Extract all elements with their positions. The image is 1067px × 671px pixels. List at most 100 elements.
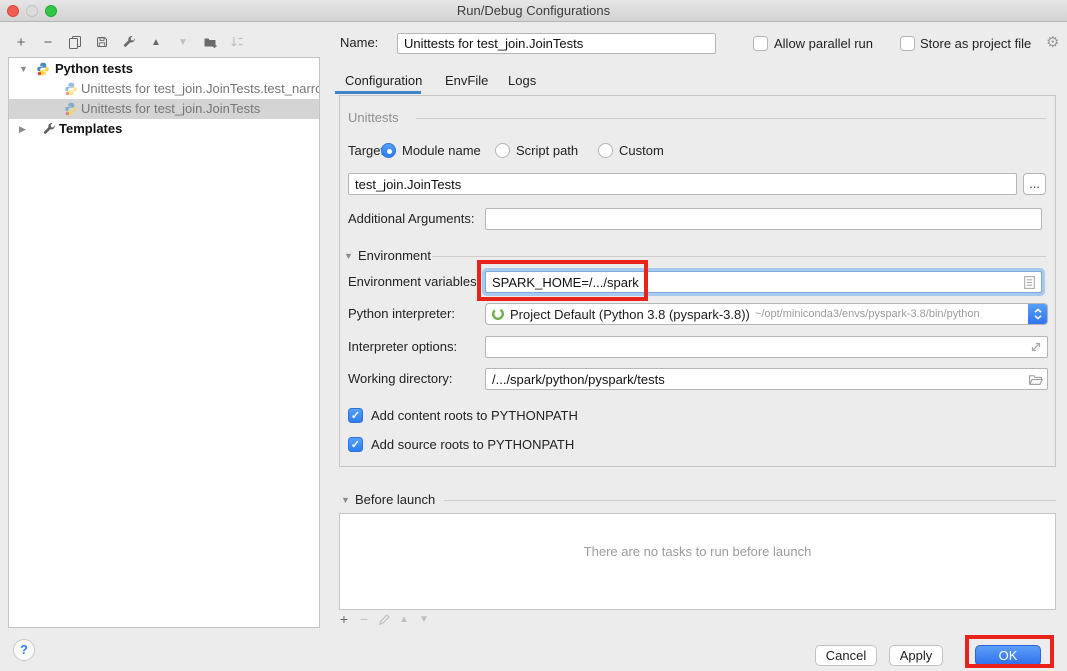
section-divider — [432, 256, 1046, 257]
chevron-down-icon[interactable]: ▼ — [19, 59, 28, 79]
move-down-icon: ▼ — [178, 37, 188, 48]
pencil-icon — [378, 613, 391, 626]
dropdown-chevrons-icon[interactable] — [1028, 303, 1048, 325]
additional-arguments-label: Additional Arguments: — [348, 210, 474, 228]
apply-button[interactable]: Apply — [889, 645, 943, 666]
check-icon: ✓ — [351, 409, 360, 422]
chevron-right-icon[interactable]: ▶ — [19, 119, 26, 139]
unittests-section-label: Unittests — [348, 109, 399, 127]
edit-templates-button[interactable] — [120, 33, 138, 51]
move-task-up-button[interactable]: ▲ — [396, 611, 412, 627]
before-launch-empty-text: There are no tasks to run before launch — [340, 544, 1055, 559]
save-configuration-button[interactable] — [93, 33, 111, 51]
target-script-path-radio[interactable] — [495, 143, 510, 158]
add-icon: + — [17, 34, 26, 51]
environment-variables-label: Environment variables: — [348, 273, 480, 291]
working-directory-input[interactable]: /.../spark/python/pyspark/tests — [485, 368, 1048, 390]
target-module-name-radio[interactable] — [381, 143, 396, 158]
move-down-icon: ▼ — [419, 614, 429, 625]
help-button[interactable]: ? — [13, 639, 35, 661]
allow-parallel-run-checkbox[interactable] — [753, 36, 768, 51]
tree-item-test-narrow[interactable]: Unittests for test_join.JoinTests.test_n… — [9, 79, 319, 99]
tree-item-label: Python tests — [55, 59, 133, 79]
wrench-icon — [122, 35, 136, 49]
add-icon: + — [340, 611, 348, 627]
browse-env-variables-icon[interactable] — [1022, 275, 1037, 290]
target-custom-label: Custom — [619, 142, 664, 160]
python-interpreter-path: ~/opt/miniconda3/envs/pyspark-3.8/bin/py… — [755, 308, 980, 320]
move-up-icon: ▲ — [151, 37, 161, 48]
copy-icon — [68, 35, 82, 49]
expand-field-icon[interactable] — [1029, 340, 1043, 354]
python-interpreter-label: Python interpreter: — [348, 305, 455, 323]
tree-item-label: Unittests for test_join.JoinTests — [81, 99, 260, 119]
tree-item-templates[interactable]: ▶ Templates — [9, 119, 319, 139]
add-task-button[interactable]: + — [336, 611, 352, 627]
tree-item-label: Unittests for test_join.JoinTests.test_n… — [81, 79, 319, 99]
target-custom-radio[interactable] — [598, 143, 613, 158]
move-task-down-button[interactable]: ▼ — [416, 611, 432, 627]
sort-alphabetically-icon — [230, 35, 244, 49]
ok-button[interactable]: OK — [975, 645, 1041, 666]
cancel-button[interactable]: Cancel — [815, 645, 877, 666]
allow-parallel-run-label: Allow parallel run — [774, 35, 873, 53]
edit-task-button[interactable] — [376, 611, 392, 627]
move-up-button[interactable]: ▲ — [147, 33, 165, 51]
move-down-button[interactable]: ▼ — [174, 33, 192, 51]
tab-configuration[interactable]: Configuration — [345, 71, 422, 91]
module-name-input[interactable]: test_join.JoinTests — [348, 173, 1017, 195]
target-script-path-label: Script path — [516, 142, 578, 160]
target-module-name-label: Module name — [402, 142, 481, 160]
move-up-icon: ▲ — [399, 614, 409, 625]
working-directory-label: Working directory: — [348, 370, 453, 388]
python-interpreter-select[interactable]: Project Default (Python 3.8 (pyspark-3.8… — [485, 303, 1048, 325]
copy-configuration-button[interactable] — [66, 33, 84, 51]
collapse-before-launch-icon[interactable]: ▼ — [341, 495, 350, 505]
additional-arguments-input[interactable] — [485, 208, 1042, 230]
section-divider — [444, 500, 1056, 501]
tree-item-jointests-selected[interactable]: Unittests for test_join.JoinTests — [9, 99, 319, 119]
section-divider — [416, 118, 1046, 119]
configuration-panel: Unittests Target: Module name Script pat… — [339, 95, 1056, 467]
remove-configuration-button[interactable]: − — [39, 33, 57, 51]
add-source-roots-checkbox[interactable]: ✓ — [348, 437, 363, 452]
add-content-roots-label: Add content roots to PYTHONPATH — [371, 407, 578, 425]
gear-icon[interactable]: ⚙ — [1046, 34, 1059, 52]
add-content-roots-checkbox[interactable]: ✓ — [348, 408, 363, 423]
name-value: Unittests for test_join.JoinTests — [404, 36, 583, 51]
store-as-project-file-checkbox[interactable] — [900, 36, 915, 51]
before-launch-toolbar: + − ▲ ▼ — [336, 611, 432, 627]
browse-module-button[interactable]: ... — [1023, 173, 1046, 195]
name-label: Name: — [340, 34, 378, 52]
add-configuration-button[interactable]: + — [12, 33, 30, 51]
new-folder-icon — [203, 35, 218, 49]
interpreter-options-label: Interpreter options: — [348, 338, 457, 356]
save-icon — [95, 35, 109, 49]
tree-item-label: Templates — [59, 119, 122, 139]
module-name-value: test_join.JoinTests — [355, 177, 461, 192]
folder-icon[interactable] — [1028, 372, 1043, 387]
add-source-roots-label: Add source roots to PYTHONPATH — [371, 436, 574, 454]
remove-task-button[interactable]: − — [356, 611, 372, 627]
run-debug-configurations-dialog: Run/Debug Configurations + − ▲ ▼ ▼ Pytho… — [0, 0, 1067, 671]
interpreter-options-input[interactable] — [485, 336, 1048, 358]
tree-item-python-tests[interactable]: ▼ Python tests — [9, 59, 319, 79]
tab-envfile[interactable]: EnvFile — [445, 71, 488, 91]
active-tab-underline — [335, 91, 421, 94]
tab-logs[interactable]: Logs — [508, 71, 536, 91]
working-directory-value: /.../spark/python/pyspark/tests — [492, 372, 665, 387]
environment-variables-input[interactable]: SPARK_HOME=/.../spark — [485, 271, 1042, 293]
help-icon: ? — [20, 642, 28, 657]
configurations-tree: ▼ Python tests Unittests for test_join.J… — [8, 57, 320, 628]
sort-configurations-button[interactable] — [228, 33, 246, 51]
configurations-toolbar: + − ▲ ▼ — [12, 31, 246, 53]
remove-icon: − — [44, 34, 53, 51]
name-input[interactable]: Unittests for test_join.JoinTests — [397, 33, 716, 54]
conda-environment-icon — [491, 307, 505, 321]
new-folder-button[interactable] — [201, 33, 219, 51]
environment-section-label: Environment — [358, 247, 431, 265]
ellipsis-icon: ... — [1029, 176, 1040, 191]
collapse-environment-icon[interactable]: ▼ — [344, 251, 353, 261]
store-as-project-file-label: Store as project file — [920, 35, 1031, 53]
environment-variables-value: SPARK_HOME=/.../spark — [492, 275, 639, 290]
